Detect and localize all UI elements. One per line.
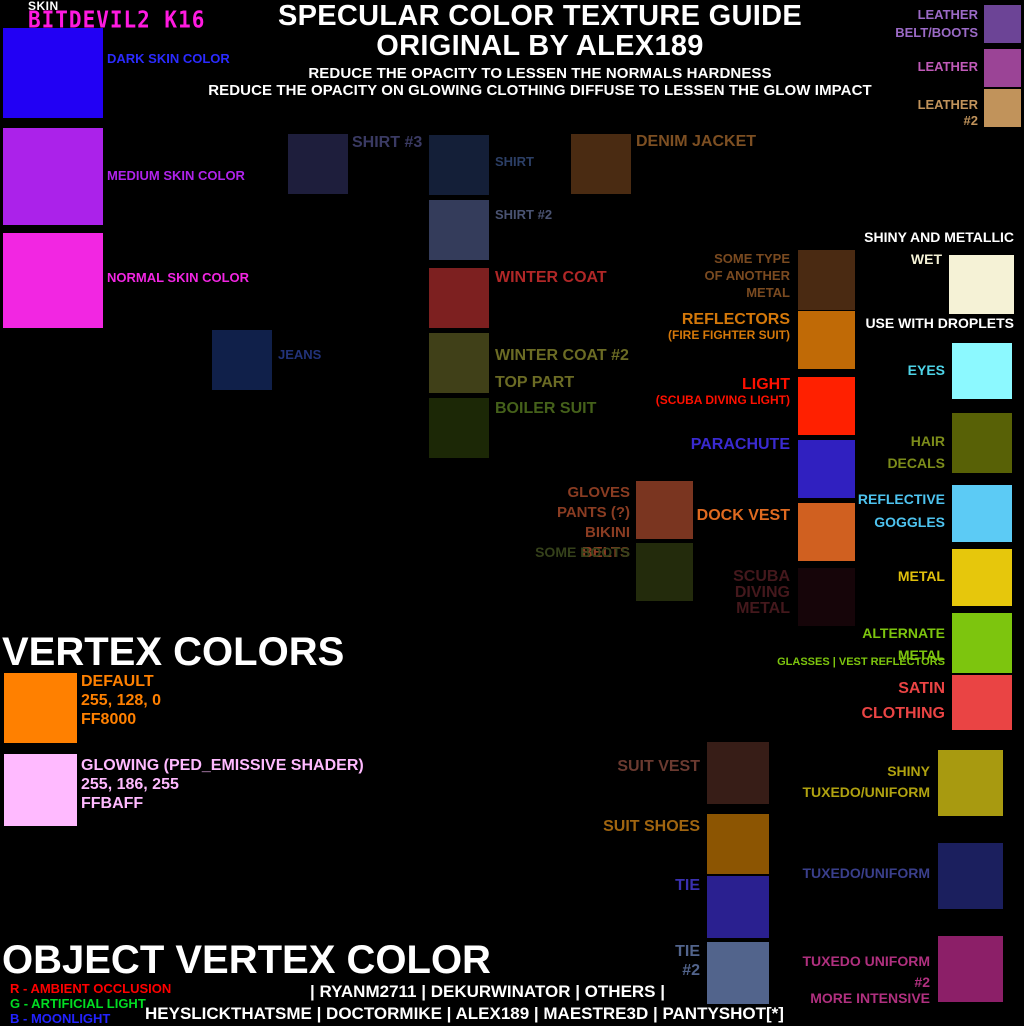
swatch-tie bbox=[707, 876, 769, 938]
label-winter-coat: WINTER COAT bbox=[495, 269, 607, 286]
label-tuxedo-uniform: TUXEDO/UNIFORM bbox=[802, 865, 930, 881]
label-tie-2: TIE #2 bbox=[675, 943, 700, 979]
swatch-boiler-suit bbox=[429, 398, 489, 458]
swatch-winter-coat-2 bbox=[429, 333, 489, 393]
swatch-leather bbox=[984, 49, 1021, 87]
texture-guide-canvas: SKIN BITDEVIL2 K16 CLUB SPECULAR COLOR T… bbox=[0, 0, 1024, 1026]
label-vertex-glowing-hex: FFBAFF bbox=[81, 795, 144, 812]
swatch-tuxedo-uniform bbox=[938, 843, 1003, 909]
swatch-tuxedo-uniform-2 bbox=[938, 936, 1003, 1002]
label-satin-clothing: SATIN CLOTHING bbox=[861, 680, 945, 722]
label-leather-2: LEATHER #2 bbox=[917, 97, 978, 129]
label-other-metal: SOME TYPE OF ANOTHER METAL bbox=[704, 251, 790, 300]
credits-line-2: HEYSLICKTHATSME | DOCTORMIKE | ALEX189 |… bbox=[145, 1004, 784, 1023]
label-leather: LEATHER bbox=[917, 59, 978, 74]
label-reflective-goggles: REFLECTIVE GOGGLES bbox=[857, 491, 945, 530]
swatch-suit-shoes bbox=[707, 814, 769, 874]
label-shirt: SHIRT bbox=[495, 154, 534, 169]
swatch-shirt-3 bbox=[288, 134, 348, 194]
swatch-vertex-default bbox=[4, 673, 77, 743]
label-leather-belt-boots: LEATHER BELT/BOOTS bbox=[895, 7, 978, 40]
sublabel-reflectors: (FIRE FIGHTER SUIT) bbox=[668, 328, 790, 342]
header-note-1: REDUCE THE OPACITY TO LESSEN THE NORMALS… bbox=[308, 65, 772, 83]
label-metal: METAL bbox=[897, 568, 945, 584]
label-shirt-3: SHIRT #3 bbox=[352, 134, 423, 151]
label-vertex-glowing-name: GLOWING (PED_EMISSIVE SHADER) bbox=[81, 757, 364, 774]
label-light: LIGHT bbox=[742, 376, 790, 393]
sublabel-light: (SCUBA DIVING LIGHT) bbox=[655, 393, 790, 407]
label-tie: TIE bbox=[675, 877, 700, 894]
heading-object-vertex-color: OBJECT VERTEX COLOR bbox=[2, 938, 491, 982]
swatch-shiny-tuxedo-uniform bbox=[938, 750, 1003, 816]
label-medium-skin: MEDIUM SKIN COLOR bbox=[107, 168, 245, 183]
credits-line-1: | RYANM2711 | DEKURWINATOR | OTHERS | bbox=[310, 982, 665, 1001]
swatch-dark-skin bbox=[3, 28, 103, 118]
label-vertex-glowing-rgb: 255, 186, 255 bbox=[81, 776, 179, 793]
label-suit-shoes: SUIT SHOES bbox=[603, 818, 700, 835]
page-header: SPECULAR COLOR TEXTURE GUIDE ORIGINAL BY… bbox=[180, 0, 900, 100]
label-boiler-suit: BOILER SUIT bbox=[495, 400, 597, 417]
label-parachute: PARACHUTE bbox=[690, 436, 790, 453]
label-denim-jacket: DENIM JACKET bbox=[636, 133, 757, 150]
swatch-satin-clothing bbox=[952, 675, 1012, 730]
label-jeans: JEANS bbox=[278, 347, 322, 362]
label-dark-skin: DARK SKIN COLOR bbox=[107, 51, 230, 66]
page-title-line1: SPECULAR COLOR TEXTURE GUIDE bbox=[278, 0, 802, 32]
header-note-2: REDUCE THE OPACITY ON GLOWING CLOTHING D… bbox=[208, 82, 872, 100]
label-wet: WET bbox=[910, 251, 942, 267]
swatch-shirt bbox=[429, 135, 489, 195]
swatch-metal bbox=[952, 549, 1012, 606]
label-hair-decals: HAIR DECALS bbox=[887, 433, 945, 471]
label-some-boots: SOME BOOTS bbox=[535, 544, 630, 560]
label-normal-skin: NORMAL SKIN COLOR bbox=[107, 270, 250, 285]
swatch-leather-2 bbox=[984, 89, 1021, 127]
swatch-winter-coat bbox=[429, 268, 489, 328]
swatch-light bbox=[798, 377, 855, 435]
label-tuxedo-uniform-2: TUXEDO UNIFORM #2 bbox=[802, 953, 930, 990]
channel-g-artificial-light: G - ARTIFICIAL LIGHT bbox=[10, 996, 146, 1011]
swatch-hair-decals bbox=[952, 413, 1012, 473]
swatch-eyes bbox=[952, 343, 1012, 399]
swatch-medium-skin bbox=[3, 128, 103, 225]
channel-r-ambient-occlusion: R - AMBIENT OCCLUSION bbox=[10, 981, 172, 996]
swatch-wet bbox=[949, 255, 1014, 314]
swatch-vertex-glowing bbox=[4, 754, 77, 826]
swatch-jeans bbox=[212, 330, 272, 390]
swatch-reflective-goggles bbox=[952, 485, 1012, 542]
label-shiny-tuxedo-uniform: SHINY TUXEDO/UNIFORM bbox=[802, 763, 930, 800]
label-suit-vest: SUIT VEST bbox=[617, 758, 700, 775]
swatch-leather-belt-boots bbox=[984, 5, 1021, 43]
label-vertex-default-hex: FF8000 bbox=[81, 711, 137, 728]
label-eyes: EYES bbox=[907, 362, 945, 378]
swatch-alternate-metal bbox=[952, 613, 1012, 673]
label-vertex-default-name: DEFAULT bbox=[81, 673, 154, 690]
swatch-gloves-pants-bikini-belts bbox=[636, 481, 693, 539]
heading-shiny-metallic: SHINY AND METALLIC bbox=[864, 229, 1014, 245]
swatch-normal-skin bbox=[3, 233, 103, 328]
note-use-with-droplets: USE WITH DROPLETS bbox=[865, 315, 1014, 331]
sublabel-alternate-metal: GLASSES | VEST REFLECTORS bbox=[777, 656, 945, 668]
heading-vertex-colors: VERTEX COLORS bbox=[2, 630, 345, 674]
swatch-shirt-2 bbox=[429, 200, 489, 260]
swatch-denim-jacket bbox=[571, 134, 631, 194]
page-title-line2: ORIGINAL BY ALEX189 bbox=[376, 29, 704, 62]
label-shirt-2: SHIRT #2 bbox=[495, 207, 553, 222]
swatch-some-boots bbox=[636, 543, 693, 601]
label-vertex-default-rgb: 255, 128, 0 bbox=[81, 692, 162, 709]
